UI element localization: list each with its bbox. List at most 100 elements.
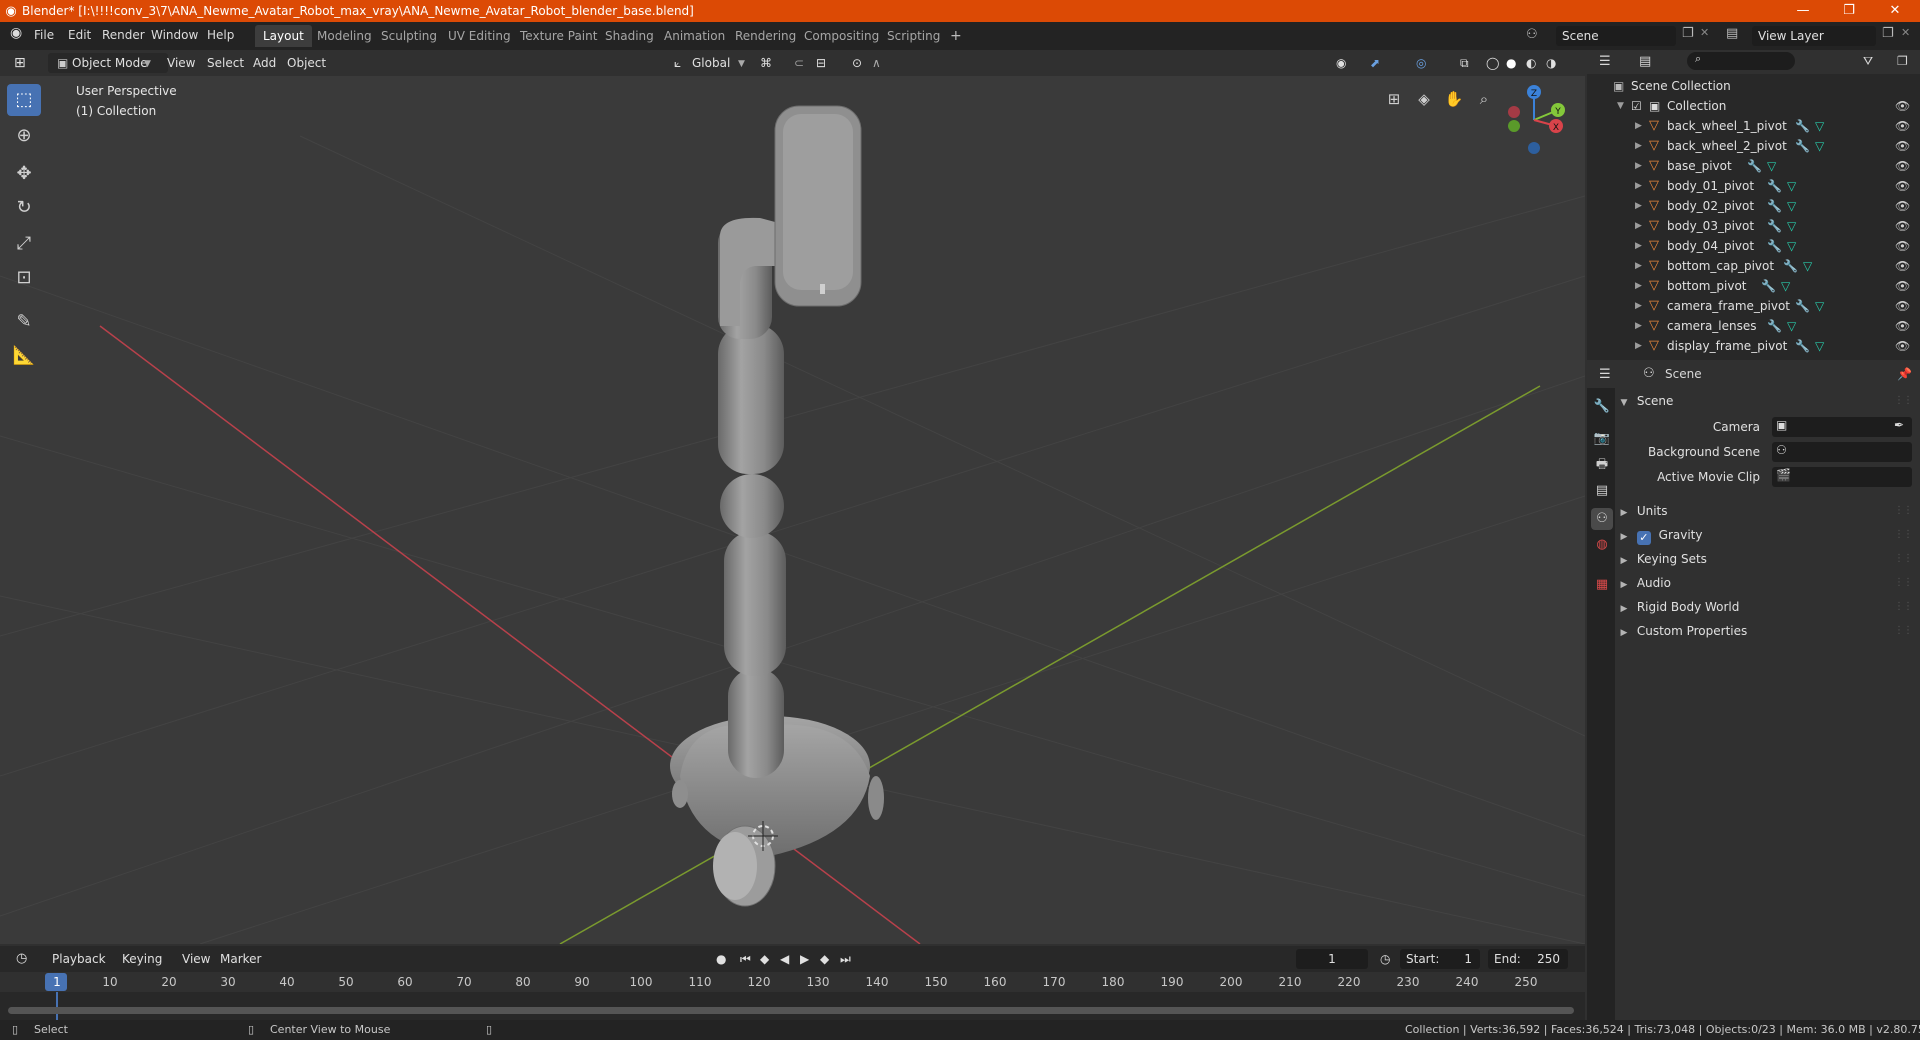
expand-arrow-icon[interactable]: ▶ [1635, 256, 1642, 276]
jump-end-icon[interactable]: ⏭ [836, 949, 855, 969]
eye-icon[interactable]: 👁 [1895, 156, 1910, 176]
delete-view-layer-icon[interactable]: ✕ [1901, 26, 1910, 39]
tool-properties-icon[interactable]: 🔧 [1591, 396, 1613, 418]
start-frame-field[interactable]: Start: 1 [1400, 949, 1480, 969]
expand-arrow-icon[interactable]: ▶ [1635, 176, 1642, 196]
outliner-scene-collection[interactable]: ▣ Scene Collection [1587, 76, 1920, 96]
jump-start-icon[interactable]: ⏮ [736, 949, 755, 969]
mesh-data-icon[interactable]: ▽ [1815, 136, 1824, 156]
eye-icon[interactable]: 👁 [1895, 336, 1910, 356]
expand-arrow-icon[interactable]: ▶ [1635, 316, 1642, 336]
drag-handle-icon[interactable]: ⋮⋮ [1894, 548, 1913, 570]
eye-icon[interactable]: 👁 [1895, 236, 1910, 256]
gizmo-neg-x-circle[interactable] [1508, 106, 1520, 118]
panel-rigid-body-world[interactable]: ▶ Rigid Body World ⋮⋮ [1615, 596, 1920, 618]
visibility-icon[interactable]: ◉ [1332, 53, 1350, 73]
menu-file[interactable]: File [34, 28, 54, 42]
tab-animation[interactable]: Animation [656, 25, 733, 47]
prev-keyframe-icon[interactable]: ◆ [756, 949, 773, 969]
play-icon[interactable]: ▶ [796, 949, 813, 969]
view-layer-selector[interactable]: View Layer [1752, 26, 1876, 46]
editor-type-icon[interactable]: ⊞ [10, 53, 30, 73]
zoom-icon[interactable]: ⌕ [1471, 86, 1497, 112]
menu-keying[interactable]: Keying [118, 949, 166, 969]
panel-keying-sets[interactable]: ▶ Keying Sets ⋮⋮ [1615, 548, 1920, 570]
minimize-button[interactable]: — [1780, 0, 1826, 22]
modifier-wrench-icon[interactable]: 🔧 [1767, 216, 1782, 236]
drag-handle-icon[interactable]: ⋮⋮ [1894, 620, 1913, 642]
drag-handle-icon[interactable]: ⋮⋮ [1894, 572, 1913, 594]
outliner-item[interactable]: ▶ ▽ camera_frame_pivot 🔧 ▽ 👁 [1587, 296, 1920, 316]
background-scene-field[interactable]: ⚇ [1772, 442, 1912, 462]
drag-handle-icon[interactable]: ⋮⋮ [1894, 524, 1913, 546]
cursor-tool-icon[interactable]: ⊕ [7, 120, 41, 152]
view-layer-mode-icon[interactable]: ▤ [1639, 54, 1651, 69]
expand-arrow-icon[interactable]: ▶ [1635, 136, 1642, 156]
gizmo-neg-y-circle[interactable] [1508, 120, 1520, 132]
new-scene-icon[interactable]: ❐ [1682, 26, 1694, 41]
eye-icon[interactable]: 👁 [1895, 136, 1910, 156]
outliner-item[interactable]: ▶ ▽ display_frame_pivot 🔧 ▽ 👁 [1587, 336, 1920, 356]
menu-view[interactable]: View [163, 53, 199, 73]
new-collection-icon[interactable]: ❐ [1897, 54, 1908, 68]
tab-compositing[interactable]: Compositing [796, 25, 887, 47]
expand-arrow-icon[interactable]: ▶ [1635, 196, 1642, 216]
mesh-data-icon[interactable]: ▽ [1815, 296, 1824, 316]
play-reverse-icon[interactable]: ◀ [776, 949, 793, 969]
delete-scene-icon[interactable]: ✕ [1700, 26, 1709, 39]
outliner-item[interactable]: ▶ ▽ base_pivot 🔧 ▽ 👁 [1587, 156, 1920, 176]
orientation-dropdown[interactable]: Global [688, 53, 734, 73]
add-workspace-button[interactable]: + [942, 25, 970, 47]
gravity-checkbox[interactable]: ✓ [1636, 531, 1651, 545]
drag-handle-icon[interactable]: ⋮⋮ [1894, 596, 1913, 618]
rendered-shading-icon[interactable]: ◑ [1542, 53, 1560, 73]
clock-icon[interactable]: ◷ [12, 949, 31, 969]
expand-arrow-icon[interactable]: ▼ [1617, 96, 1624, 116]
drag-handle-icon[interactable]: ⋮⋮ [1894, 390, 1913, 412]
menu-timeline-view[interactable]: View [178, 949, 214, 969]
expand-arrow-icon[interactable]: ▶ [1635, 156, 1642, 176]
eye-icon[interactable]: 👁 [1895, 176, 1910, 196]
move-tool-icon[interactable]: ✥ [7, 158, 41, 190]
new-view-layer-icon[interactable]: ❐ [1882, 26, 1894, 41]
pivot-point-icon[interactable]: ⌘ [756, 53, 776, 73]
expand-arrow-icon[interactable]: ▶ [1635, 296, 1642, 316]
mesh-data-icon[interactable]: ▽ [1787, 196, 1796, 216]
mesh-data-icon[interactable]: ▽ [1815, 116, 1824, 136]
filter-icon[interactable]: ⛛ [1863, 54, 1873, 69]
mesh-data-icon[interactable]: ▽ [1803, 256, 1812, 276]
timeline-body[interactable] [0, 992, 1585, 1020]
modifier-wrench-icon[interactable]: 🔧 [1795, 136, 1810, 156]
modifier-wrench-icon[interactable]: 🔧 [1795, 336, 1810, 356]
drag-handle-icon[interactable]: ⋮⋮ [1894, 500, 1913, 522]
outliner-item[interactable]: ▶ ▽ body_02_pivot 🔧 ▽ 👁 [1587, 196, 1920, 216]
panel-scene[interactable]: ▼ Scene ⋮⋮ [1615, 390, 1920, 412]
mesh-data-icon[interactable]: ▽ [1787, 236, 1796, 256]
mesh-data-icon[interactable]: ▽ [1815, 336, 1824, 356]
gizmo-neg-z-circle[interactable] [1528, 142, 1540, 154]
falloff-icon[interactable]: ∧ [868, 53, 885, 73]
menu-add[interactable]: Add [249, 53, 280, 73]
pin-icon[interactable]: 📌 [1897, 367, 1912, 381]
world-properties-icon[interactable]: ◍ [1591, 534, 1613, 556]
outliner-item[interactable]: ▶ ▽ body_01_pivot 🔧 ▽ 👁 [1587, 176, 1920, 196]
gizmo-toggle-icon[interactable]: ⬈ [1366, 53, 1384, 73]
checkbox-icon[interactable]: ☑ [1631, 96, 1642, 116]
tab-layout[interactable]: Layout [255, 25, 312, 47]
outliner-collection[interactable]: ▼ ☑ ▣ Collection 👁 [1587, 96, 1920, 116]
annotate-tool-icon[interactable]: ✎ [7, 306, 41, 338]
editor-type-icon[interactable]: ☰ [1599, 367, 1611, 382]
modifier-wrench-icon[interactable]: 🔧 [1767, 176, 1782, 196]
scene-properties-icon[interactable]: ⚇ [1591, 508, 1613, 530]
expand-arrow-icon[interactable]: ▶ [1635, 276, 1642, 296]
mesh-data-icon[interactable]: ▽ [1781, 276, 1790, 296]
robot-model[interactable] [670, 105, 884, 907]
timeline-scrollbar[interactable] [8, 1007, 1574, 1014]
outliner-item[interactable]: ▶ ▽ bottom_cap_pivot 🔧 ▽ 👁 [1587, 256, 1920, 276]
outliner-item[interactable]: ▶ ▽ body_03_pivot 🔧 ▽ 👁 [1587, 216, 1920, 236]
wireframe-shading-icon[interactable]: ◯ [1482, 53, 1503, 73]
menu-marker[interactable]: Marker [216, 949, 265, 969]
menu-select[interactable]: Select [203, 53, 248, 73]
camera-field[interactable]: ▣ ✒ [1772, 417, 1912, 437]
menu-render[interactable]: Render [102, 28, 145, 42]
